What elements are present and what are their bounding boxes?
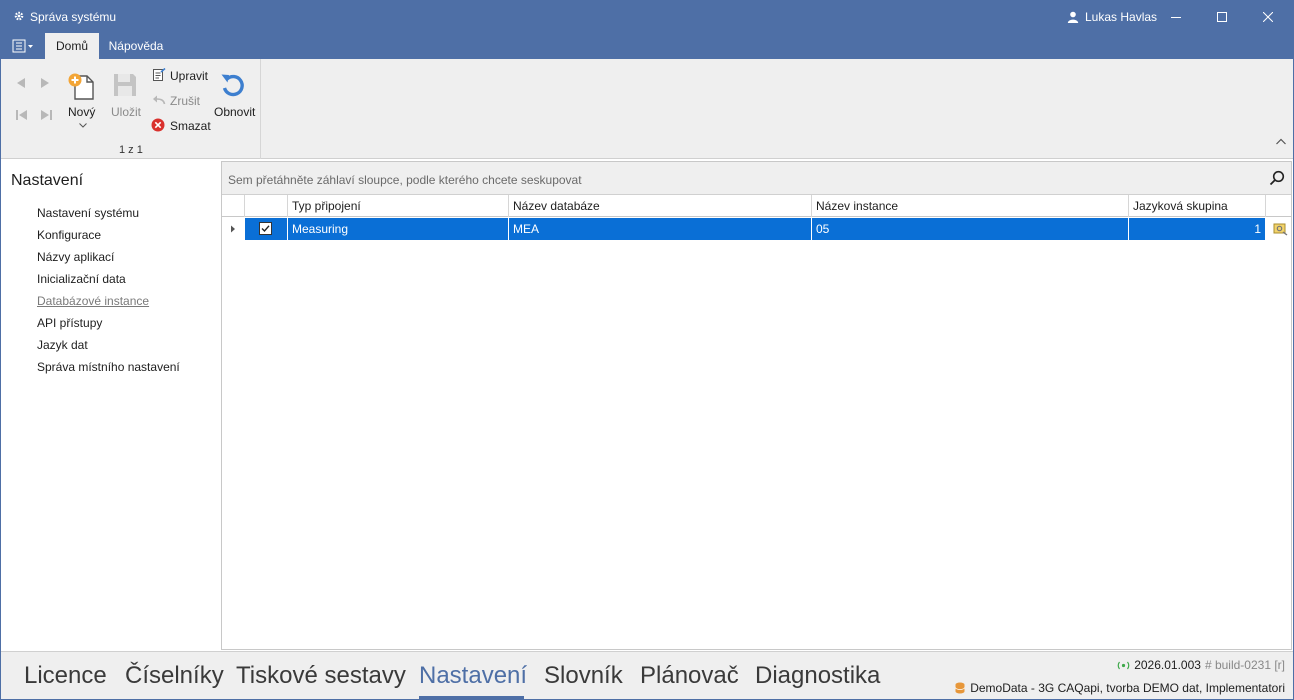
next-record-icon[interactable]: [39, 77, 51, 89]
sidebar-item-application-names[interactable]: Názvy aplikací: [37, 250, 180, 272]
version-info: 2026.01.003 # build-0231 [r]: [1117, 658, 1285, 672]
row-indicator-header: [222, 195, 245, 217]
document-list-icon: [12, 39, 33, 53]
cell-database-name[interactable]: MEA: [509, 218, 812, 240]
save-button[interactable]: Uložit: [107, 69, 143, 119]
delete-icon: [151, 118, 165, 132]
grid-header: Typ připojení Název databáze Název insta…: [222, 195, 1291, 217]
refresh-button[interactable]: Obnovit: [211, 69, 257, 119]
record-position: 1 z 1: [119, 144, 143, 156]
cell-connection-type[interactable]: Measuring: [288, 218, 509, 240]
delete-button[interactable]: Smazat: [151, 117, 211, 135]
delete-label: Smazat: [170, 119, 211, 133]
user-name: Lukas Havlas: [1085, 10, 1158, 24]
sidebar: Nastavení Nastavení systému Konfigurace …: [1, 160, 221, 651]
chevron-down-icon: [79, 123, 87, 128]
edit-button[interactable]: Upravit: [151, 67, 211, 85]
maximize-button[interactable]: [1199, 1, 1245, 33]
module-tab-codebooks[interactable]: Číselníky: [125, 662, 224, 690]
module-tab-scheduler[interactable]: Plánovač: [640, 662, 739, 690]
close-button[interactable]: [1245, 1, 1291, 33]
version-number: 2026.01.003: [1134, 658, 1201, 672]
user-info[interactable]: Lukas Havlas: [1067, 10, 1157, 24]
sidebar-item-data-language[interactable]: Jazyk dat: [37, 338, 180, 360]
module-tab-diagnostics[interactable]: Diagnostika: [755, 662, 880, 690]
application-window: Správa systému Lukas Havlas Domů Nápověd…: [0, 0, 1294, 700]
ribbon-group-records: Nový Uložit Upravit Zrušit Smazat Obnovi…: [1, 59, 261, 159]
group-panel[interactable]: Sem přetáhněte záhlaví sloupce, podle kt…: [222, 162, 1291, 195]
tab-home[interactable]: Domů: [45, 33, 99, 59]
signal-icon: [1117, 661, 1130, 669]
undo-arrow-icon: [153, 95, 166, 105]
table-row[interactable]: Measuring MEA 05 1: [222, 218, 1291, 240]
row-indicator: [222, 218, 245, 240]
title-bar: Správa systému Lukas Havlas: [1, 1, 1293, 33]
sidebar-item-initialization-data[interactable]: Inicializační data: [37, 272, 180, 294]
save-label: Uložit: [111, 105, 142, 119]
gear-icon: [14, 11, 24, 21]
sidebar-item-system-settings[interactable]: Nastavení systému: [37, 206, 180, 228]
new-document-icon: [68, 73, 94, 100]
sidebar-item-api-access[interactable]: API přístupy: [37, 316, 180, 338]
module-tab-settings[interactable]: Nastavení: [419, 662, 527, 690]
minimize-button[interactable]: [1153, 1, 1199, 33]
active-module-indicator: [419, 696, 524, 699]
data-grid: Sem přetáhněte záhlaví sloupce, podle kt…: [221, 161, 1292, 650]
cancel-label: Zrušit: [170, 94, 200, 108]
last-record-icon[interactable]: [39, 109, 53, 121]
checkbox-checked-icon: [259, 222, 272, 235]
cancel-button[interactable]: Zrušit: [151, 92, 211, 110]
module-tab-print-reports[interactable]: Tiskové sestavy: [236, 662, 406, 690]
minimize-icon: [1171, 17, 1181, 18]
build-number: # build-0231 [r]: [1204, 658, 1285, 672]
previous-record-icon[interactable]: [15, 77, 27, 89]
application-menu-button[interactable]: [9, 37, 37, 55]
ribbon: Nový Uložit Upravit Zrušit Smazat Obnovi…: [1, 59, 1293, 159]
sidebar-item-database-instances[interactable]: Databázové instance: [37, 294, 180, 316]
maximize-icon: [1217, 12, 1227, 22]
new-label: Nový: [68, 105, 96, 119]
sidebar-item-configuration[interactable]: Konfigurace: [37, 228, 180, 250]
group-hint: Sem přetáhněte záhlaví sloupce, podle kt…: [228, 173, 582, 187]
tab-help[interactable]: Nápověda: [101, 33, 171, 59]
window-title: Správa systému: [30, 10, 117, 24]
row-action-cell[interactable]: [1266, 218, 1291, 240]
connection-settings-icon: [1273, 223, 1288, 236]
sidebar-title: Nastavení: [11, 172, 84, 189]
column-header-instance-name[interactable]: Název instance: [812, 195, 1129, 217]
column-header-database-name[interactable]: Název databáze: [509, 195, 812, 217]
refresh-icon: [221, 74, 244, 97]
edit-document-icon: [153, 68, 166, 81]
sidebar-item-local-settings[interactable]: Správa místního nastavení: [37, 360, 180, 382]
row-checkbox[interactable]: [245, 218, 288, 240]
action-column-header: [1266, 195, 1291, 217]
ribbon-tab-bar: Domů Nápověda: [1, 33, 1293, 59]
column-header-connection-type[interactable]: Typ připojení: [288, 195, 509, 217]
user-icon: [1067, 11, 1079, 23]
column-header-language-group[interactable]: Jazyková skupina: [1129, 195, 1266, 217]
save-disk-icon: [114, 74, 136, 96]
module-navigation-bar: Licence Číselníky Tiskové sestavy Nastav…: [1, 651, 1293, 699]
module-tab-dictionary[interactable]: Slovník: [544, 662, 623, 690]
database-icon: [955, 682, 966, 694]
sidebar-menu: Nastavení systému Konfigurace Názvy apli…: [37, 206, 180, 382]
refresh-label: Obnovit: [214, 105, 256, 119]
collapse-ribbon-icon[interactable]: [1275, 137, 1287, 147]
first-record-icon[interactable]: [15, 109, 29, 121]
cell-language-group[interactable]: 1: [1129, 218, 1266, 240]
module-tab-licence[interactable]: Licence: [24, 662, 107, 690]
search-icon[interactable]: [1269, 170, 1285, 186]
checkbox-column-header[interactable]: [245, 195, 288, 217]
database-name: DemoData - 3G CAQapi, tvorba DEMO dat, I…: [970, 681, 1285, 695]
cell-instance-name[interactable]: 05: [812, 218, 1129, 240]
new-button[interactable]: Nový: [65, 69, 99, 131]
edit-label: Upravit: [170, 69, 209, 83]
close-icon: [1263, 12, 1273, 22]
database-info[interactable]: DemoData - 3G CAQapi, tvorba DEMO dat, I…: [955, 681, 1285, 695]
row-pointer-icon: [231, 225, 235, 233]
